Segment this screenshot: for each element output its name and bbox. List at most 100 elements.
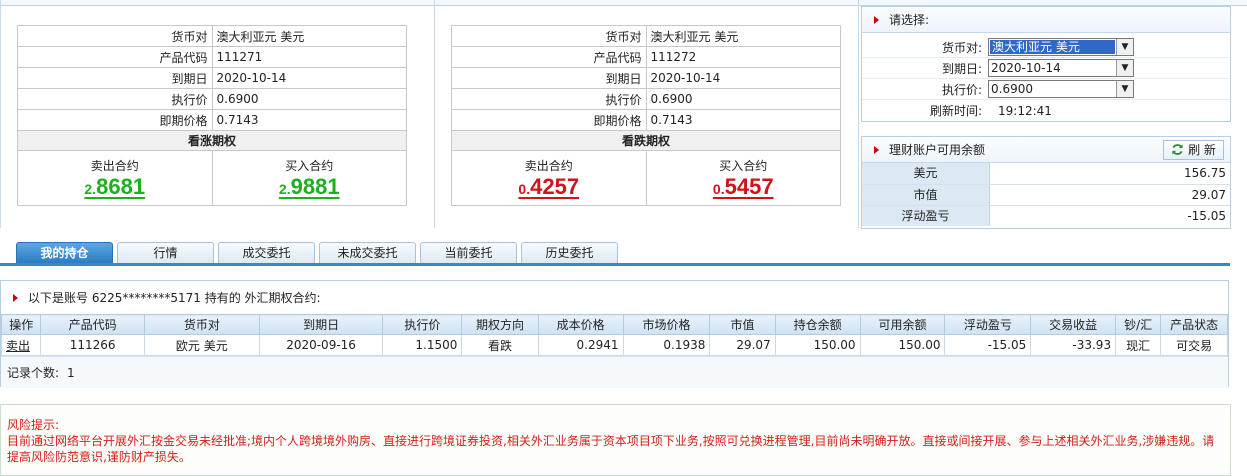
strike-row: 执行价: 0.6900 ▼: [862, 79, 1230, 100]
risk-notice: 风险提示: 目前通过网络平台开展外汇按金交易未经批准;境内个人跨境境外购房、直接…: [0, 404, 1231, 476]
refresh-time-row: 刷新时间: 19:12:41: [862, 100, 1230, 121]
call-option-header: 看涨期权: [17, 130, 407, 151]
quote-label: 执行价: [17, 88, 213, 110]
balance-row: 美元 156.75: [862, 163, 1230, 184]
table-cell: 150.00: [774, 334, 861, 356]
record-count: 记录个数: 1: [1, 356, 1228, 388]
column-header: 成本价格: [537, 314, 624, 335]
bullet-arrow-icon: [874, 145, 879, 154]
quote-label: 产品代码: [451, 46, 647, 68]
price-prefix: 0.: [712, 181, 725, 197]
date-row: 到期日: 2020-10-14 ▼: [862, 58, 1230, 79]
quote-value: 2020-10-14: [211, 67, 407, 89]
price-prefix: 2.: [84, 181, 97, 197]
selector-panel: 请选择: 货币对: 澳大利亚元 美元 ▼ 到期日: 2020-10-14 ▼ 执…: [861, 6, 1231, 122]
risk-text: 目前通过网络平台开展外汇按金交易未经批准;境内个人跨境境外购房、直接进行跨境证券…: [7, 434, 1215, 464]
balance-row: 浮动盈亏 -15.05: [862, 205, 1230, 226]
put-sell-cell: 卖出合约 0.4257: [451, 150, 647, 206]
buy-contract-label: 买入合约: [285, 159, 334, 173]
call-sell-price-link[interactable]: 2.8681: [84, 175, 145, 201]
price-digits: 9881: [290, 174, 340, 199]
balance-value: 29.07: [1191, 188, 1226, 202]
quote-label: 即期价格: [17, 109, 213, 131]
table-header-row: 操作 产品代码 货币对 到期日 执行价 期权方向 成本价格 市场价格 市值 持仓…: [0, 314, 1228, 335]
chevron-down-icon[interactable]: ▼: [1116, 60, 1133, 76]
put-option-header: 看跌期权: [451, 130, 841, 151]
tab-my-holdings[interactable]: 我的持仓: [16, 242, 113, 263]
chevron-down-icon[interactable]: ▼: [1116, 39, 1133, 55]
table-cell: 可交易: [1160, 334, 1228, 356]
quote-label: 到期日: [17, 67, 213, 89]
expiry-date-select[interactable]: 2020-10-14 ▼: [988, 59, 1134, 77]
column-header: 货币对: [143, 314, 260, 335]
currency-pair-select[interactable]: 澳大利亚元 美元 ▼: [988, 38, 1134, 56]
quote-value: 0.7143: [645, 109, 841, 131]
expiry-date-value: 2020-10-14: [991, 61, 1061, 75]
tab-order-history[interactable]: 历史委托: [521, 242, 618, 263]
balance-header: 理财账户可用余额 刷 新: [862, 137, 1230, 163]
price-prefix: 0.: [518, 181, 531, 197]
table-cell: 0.2941: [537, 334, 624, 356]
selector-header: 请选择:: [862, 7, 1230, 33]
column-header: 市场价格: [622, 314, 711, 335]
balance-label: 浮动盈亏: [862, 206, 990, 226]
price-prefix: 2.: [278, 181, 291, 197]
table-row: 卖出 111266 欧元 美元 2020-09-16 1.1500 看跌 0.2…: [0, 334, 1228, 356]
strike-price-select[interactable]: 0.6900 ▼: [988, 80, 1134, 98]
column-header: 持仓余额: [774, 314, 861, 335]
chevron-down-icon[interactable]: ▼: [1116, 81, 1133, 97]
quote-label: 货币对: [451, 25, 647, 47]
bullet-arrow-icon: [874, 15, 879, 24]
call-buy-cell: 买入合约 2.9881: [211, 150, 407, 206]
table-cell: 29.07: [709, 334, 776, 356]
pair-row: 货币对: 澳大利亚元 美元 ▼: [862, 37, 1230, 58]
refresh-button[interactable]: 刷 新: [1163, 139, 1224, 160]
balance-panel: 理财账户可用余额 刷 新 美元 156.75 市值 29.07 浮动盈亏 -15.05: [861, 136, 1231, 229]
tab-unfilled-orders[interactable]: 未成交委托: [319, 242, 416, 263]
column-header: 操作: [0, 314, 42, 335]
quote-label: 货币对: [17, 25, 213, 47]
put-buy-price-link[interactable]: 0.5457: [713, 175, 774, 201]
table-cell: 现汇: [1115, 334, 1162, 356]
sell-action-link[interactable]: 卖出: [0, 334, 42, 356]
holdings-panel: 以下是账号 6225********5171 持有的 外汇期权合约: 操作 产品…: [0, 280, 1229, 388]
quote-value: 111271: [211, 46, 407, 68]
quote-label: 产品代码: [17, 46, 213, 68]
tab-current-orders[interactable]: 当前委托: [420, 242, 517, 263]
price-digits: 5457: [724, 174, 774, 199]
holdings-title: 以下是账号 6225********5171 持有的 外汇期权合约:: [28, 291, 321, 305]
column-header: 到期日: [258, 314, 384, 335]
sell-contract-label: 卖出合约: [524, 159, 573, 173]
table-cell: -15.05: [944, 334, 1032, 356]
table-cell: 1.1500: [382, 334, 463, 356]
quote-value: 2020-10-14: [645, 67, 841, 89]
quote-value: 澳大利亚元 美元: [645, 25, 841, 47]
record-count-value: 1: [67, 365, 75, 380]
call-buy-price-link[interactable]: 2.9881: [279, 175, 340, 201]
table-cell: 2020-09-16: [258, 334, 384, 356]
quote-label: 到期日: [451, 67, 647, 89]
refresh-time-label: 刷新时间:: [929, 104, 982, 118]
quote-value: 澳大利亚元 美元: [211, 25, 407, 47]
date-label: 到期日:: [941, 61, 982, 76]
bullet-arrow-icon: [13, 293, 18, 302]
column-header: 可用余额: [859, 314, 946, 335]
tab-market[interactable]: 行情: [117, 242, 214, 263]
table-cell: 150.00: [859, 334, 946, 356]
refresh-button-label: 刷 新: [1188, 143, 1216, 157]
column-header: 交易收益: [1030, 314, 1117, 335]
tab-filled-orders[interactable]: 成交委托: [218, 242, 315, 263]
table-cell: 111266: [40, 334, 145, 356]
table-cell: -33.93: [1030, 334, 1117, 356]
holdings-table: 操作 产品代码 货币对 到期日 执行价 期权方向 成本价格 市场价格 市值 持仓…: [0, 314, 1228, 356]
balance-value: -15.05: [1187, 209, 1226, 223]
call-quote-table: 货币对 澳大利亚元 美元 产品代码 111271 到期日 2020-10-14 执行价…: [17, 25, 407, 206]
balance-title: 理财账户可用余额: [889, 143, 986, 157]
currency-pair-value: 澳大利亚元 美元: [989, 39, 1116, 55]
put-buy-cell: 买入合约 0.5457: [645, 150, 841, 206]
table-cell: 看跌: [461, 334, 539, 356]
buy-contract-label: 买入合约: [719, 159, 768, 173]
sell-contract-label: 卖出合约: [90, 159, 139, 173]
put-sell-price-link[interactable]: 0.4257: [518, 175, 579, 201]
quote-label: 执行价: [451, 88, 647, 110]
